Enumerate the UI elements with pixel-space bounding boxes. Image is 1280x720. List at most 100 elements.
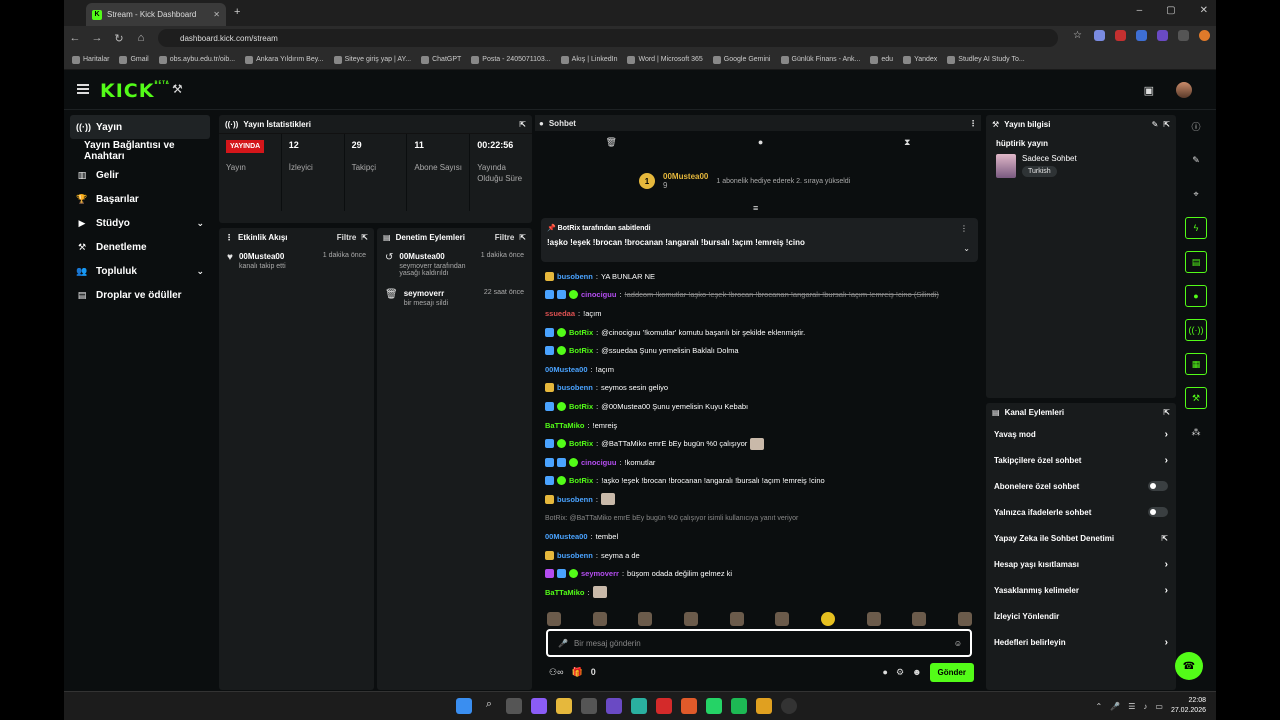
url-field[interactable]: dashboard.kick.com/stream: [158, 29, 1058, 47]
chat-input[interactable]: 🎤 Bir mesaj gönderin ☺: [546, 629, 972, 657]
search-icon[interactable]: ⌕: [481, 698, 497, 714]
bookmark-item[interactable]: Google Gemini: [712, 55, 771, 64]
chat-username[interactable]: 00Mustea00: [545, 532, 588, 541]
reload-icon[interactable]: ↻: [108, 32, 130, 45]
volume-icon[interactable]: ♪: [1143, 702, 1147, 711]
emote-icon[interactable]: [592, 612, 607, 626]
chat-settings-icon[interactable]: ●: [883, 667, 888, 677]
bookmark-item[interactable]: Ankara Yıldırım Bey...: [245, 55, 324, 64]
chat-username[interactable]: busobenn: [557, 551, 593, 560]
home-icon[interactable]: ⌂: [130, 32, 152, 44]
emote-icon[interactable]: [729, 612, 744, 626]
task-view-icon[interactable]: [506, 698, 522, 714]
sidebar-item[interactable]: ▤ Droplar ve ödüller: [70, 283, 210, 307]
chevron-down-icon[interactable]: ≡: [753, 203, 758, 213]
gear-icon[interactable]: ⚙: [896, 667, 904, 678]
bookmark-item[interactable]: Haritalar: [72, 55, 109, 64]
sidebar-item[interactable]: ▥ Gelir: [70, 163, 210, 187]
back-icon[interactable]: ←: [64, 32, 86, 44]
sidebar-item[interactable]: 🏆 Başarılar: [70, 187, 210, 211]
chat-username[interactable]: BotRix: [569, 328, 593, 337]
emote-icon[interactable]: [957, 612, 972, 626]
popout-icon[interactable]: ⇱: [1163, 408, 1170, 417]
menu-icon[interactable]: [77, 84, 89, 94]
info-icon[interactable]: ⓘ: [1185, 115, 1207, 137]
bookmark-item[interactable]: Studley AI Study To...: [947, 55, 1025, 64]
mic-icon[interactable]: 🎤: [1110, 702, 1120, 711]
share-icon[interactable]: ⁂: [1185, 421, 1207, 443]
emote-icon[interactable]: [775, 612, 790, 626]
emoji-icon[interactable]: ☺: [954, 639, 962, 648]
extension-blue-icon[interactable]: [1136, 30, 1147, 41]
bookmark-item[interactable]: Posta - 2405071103...: [471, 55, 551, 64]
activity-filter-button[interactable]: Filtre: [337, 233, 357, 242]
minimize-icon[interactable]: –: [1137, 5, 1143, 16]
new-tab-icon[interactable]: +: [234, 6, 240, 18]
mic-icon[interactable]: 🎤: [558, 639, 568, 648]
bookmark-item[interactable]: Yandex: [903, 55, 937, 64]
sidebar-item[interactable]: ⚒ Denetleme: [70, 235, 210, 259]
toggle-switch[interactable]: [1148, 507, 1168, 517]
bookmark-item[interactable]: Akış | LinkedIn: [560, 55, 617, 64]
spotify-icon[interactable]: [731, 698, 747, 714]
moderation-filter-button[interactable]: Filtre: [495, 233, 515, 242]
channel-action-row[interactable]: Yasaklanmış kelimeler ›: [986, 577, 1176, 603]
chat-username[interactable]: cinociguu: [581, 458, 616, 467]
users-icon[interactable]: ☻: [912, 667, 921, 677]
pencil-icon[interactable]: ✎: [1185, 149, 1207, 171]
battery-icon[interactable]: ▭: [1155, 702, 1163, 711]
extension-red-icon[interactable]: [1115, 30, 1126, 41]
popout-icon[interactable]: ⇱: [1163, 120, 1170, 129]
extension-purple-icon[interactable]: [1157, 30, 1168, 41]
popout-icon[interactable]: ⇱: [361, 233, 368, 242]
chat-username[interactable]: busobenn: [557, 272, 593, 281]
gift-icon[interactable]: 🎁: [571, 667, 582, 678]
copilot-icon[interactable]: [531, 698, 547, 714]
chat-bubble-icon[interactable]: ●: [758, 137, 763, 157]
trash-icon[interactable]: 🗑: [605, 137, 616, 157]
opera-icon[interactable]: [656, 698, 672, 714]
bookmark-item[interactable]: Günlük Finans - Ank...: [780, 55, 860, 64]
chevron-down-icon[interactable]: ⌄: [196, 218, 204, 229]
layers-icon[interactable]: ▦: [1185, 353, 1207, 375]
chat-username[interactable]: busobenn: [557, 495, 593, 504]
brave-icon[interactable]: [681, 698, 697, 714]
hourglass-icon[interactable]: ⧗: [904, 137, 910, 157]
bookmark-item[interactable]: ChatGPT: [421, 55, 461, 64]
store-icon[interactable]: [581, 698, 597, 714]
document-icon[interactable]: ▤: [1185, 251, 1207, 273]
channel-action-row[interactable]: Yalnızca ifadelerle sohbet: [986, 499, 1176, 525]
toggle-switch[interactable]: [1148, 481, 1168, 491]
bookmark-item[interactable]: Siteye giriş yap | AY...: [333, 55, 411, 64]
chat-username[interactable]: ssuedaa: [545, 309, 575, 318]
file-explorer-icon[interactable]: [556, 698, 572, 714]
chat-username[interactable]: BotRix: [569, 476, 593, 485]
star-icon[interactable]: ☆: [1073, 30, 1084, 41]
maximize-icon[interactable]: ▢: [1166, 5, 1175, 16]
wrench-icon[interactable]: ⚒: [172, 82, 183, 96]
chat-username[interactable]: BaTTaMiko: [545, 421, 584, 430]
chevron-down-icon[interactable]: ⌄: [196, 266, 204, 277]
sidebar-item[interactable]: Yayın Bağlantısı ve Anahtarı: [70, 139, 210, 163]
chat-username[interactable]: BaTTaMiko: [545, 588, 584, 597]
chat-username[interactable]: BotRix: [569, 402, 593, 411]
channel-action-row[interactable]: İzleyici Yönlendir: [986, 603, 1176, 629]
bookmark-item[interactable]: Word | Microsoft 365: [627, 55, 703, 64]
focus-icon[interactable]: ⌖: [1185, 183, 1207, 205]
avatar[interactable]: [1176, 82, 1192, 98]
chat-username[interactable]: seymoverr: [581, 569, 619, 578]
chat-username[interactable]: busobenn: [557, 383, 593, 392]
wifi-icon[interactable]: ☰: [1128, 702, 1135, 711]
emote-icon[interactable]: [638, 612, 653, 626]
emote-icon[interactable]: [820, 612, 835, 626]
more-icon[interactable]: ⋮: [960, 224, 968, 233]
emote-icon[interactable]: [547, 612, 561, 626]
close-window-icon[interactable]: ✕: [1200, 5, 1208, 16]
channel-action-row[interactable]: Abonelere özel sohbet: [986, 473, 1176, 499]
chat-username[interactable]: 00Mustea00: [545, 365, 588, 374]
more-icon[interactable]: ⋮: [969, 119, 977, 128]
edge-icon[interactable]: [631, 698, 647, 714]
clock[interactable]: 22:08 27.02.2026: [1171, 696, 1206, 716]
emote-icon[interactable]: [683, 612, 698, 626]
popout-icon[interactable]: ⇱: [519, 120, 526, 129]
